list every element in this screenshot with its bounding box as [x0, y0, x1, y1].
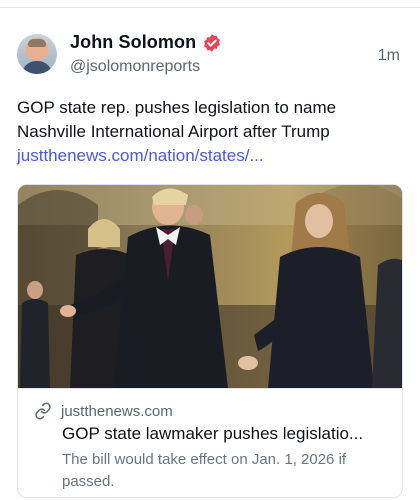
link-card-title[interactable]: GOP state lawmaker pushes legislatio...	[62, 424, 392, 444]
author-row: John Solomon	[70, 32, 222, 53]
link-card[interactable]: justthenews.com GOP state lawmaker pushe…	[17, 184, 403, 498]
link-card-meta[interactable]: justthenews.com GOP state lawmaker pushe…	[18, 388, 402, 497]
link-card-image[interactable]	[18, 185, 402, 388]
link-icon	[35, 402, 51, 420]
post-body: GOP state rep. pushes legislation to nam…	[17, 98, 337, 141]
news-photo	[18, 185, 402, 388]
post-text: GOP state rep. pushes legislation to nam…	[17, 96, 407, 168]
author-avatar[interactable]	[17, 34, 57, 74]
author-name[interactable]: John Solomon	[70, 32, 196, 53]
link-card-domain: justthenews.com	[61, 402, 173, 420]
verified-badge-icon	[204, 33, 221, 52]
link-card-description: The bill would take effect on Jan. 1, 20…	[62, 451, 347, 490]
link-card-domain-row: justthenews.com	[34, 402, 173, 420]
post-timestamp[interactable]: 1m	[378, 47, 400, 65]
author-handle[interactable]: @jsolomonreports	[70, 58, 200, 76]
top-divider	[0, 0, 420, 8]
post-link[interactable]: justthenews.com/nation/states/...	[17, 144, 407, 168]
